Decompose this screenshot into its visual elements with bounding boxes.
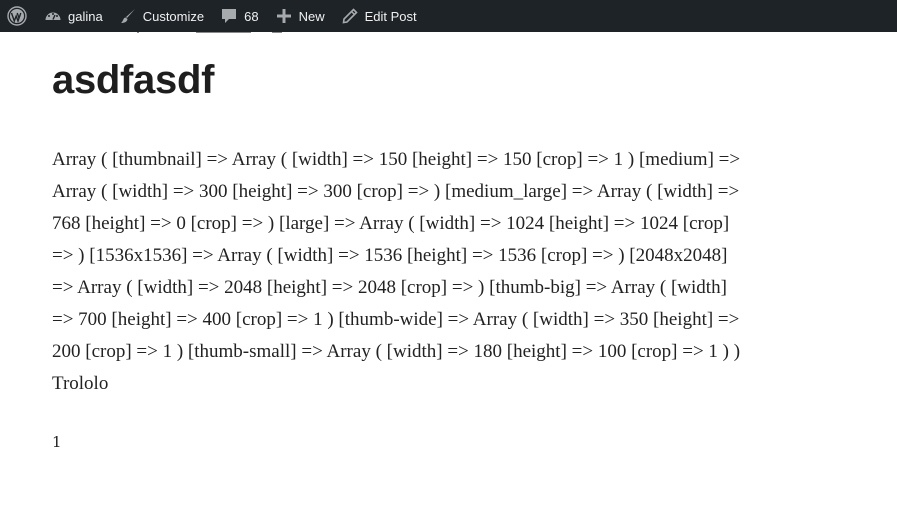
post-content-area: asdfasdf Array ( [thumbnail] => Array ( … [52, 32, 752, 451]
post-title: asdfasdf [52, 58, 215, 102]
admin-bar: galina Customize 68 New Edit Post [0, 0, 897, 32]
array-dump-text: Array ( [thumbnail] => Array ( [width] =… [52, 149, 741, 362]
customize-label: Customize [142, 8, 205, 24]
new-content-menu[interactable]: New [267, 0, 333, 32]
paintbrush-icon [119, 7, 137, 25]
edit-post-label: Edit Post [364, 8, 417, 24]
dashboard-icon [44, 7, 62, 25]
edit-post-link[interactable]: Edit Post [333, 0, 425, 32]
comments-count: 68 [244, 8, 259, 24]
body-paragraph: Trololo [52, 373, 109, 394]
site-name-label: galina [68, 8, 103, 24]
wp-logo-menu[interactable] [0, 0, 34, 32]
comments-link[interactable]: 68 [212, 0, 266, 32]
wordpress-logo-icon [7, 6, 27, 26]
comment-bubble-icon [220, 7, 238, 25]
post-number: 1 [52, 433, 62, 451]
site-name-menu[interactable]: galina [34, 0, 111, 32]
pencil-icon [341, 7, 359, 25]
post-body: Array ( [thumbnail] => Array ( [width] =… [52, 144, 752, 400]
customize-link[interactable]: Customize [111, 0, 212, 32]
new-label: New [298, 8, 325, 24]
plus-icon [275, 7, 293, 25]
